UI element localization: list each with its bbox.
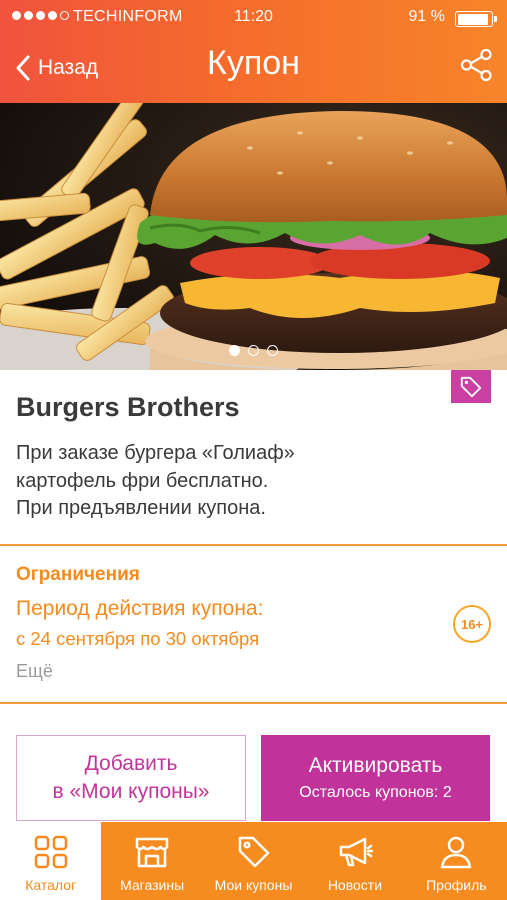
bottom-tab-bar: Каталог Магазины Мои купоны Новости Проф…: [0, 822, 507, 900]
grid-icon: [34, 835, 67, 869]
restrictions-title: Ограничения: [16, 564, 140, 585]
burger-photo: [0, 103, 507, 370]
battery-percent: 91 %: [408, 8, 445, 25]
more-link[interactable]: Ещё: [16, 661, 53, 682]
page-dot[interactable]: [248, 345, 259, 356]
divider: [0, 544, 507, 546]
coupon-image-gallery[interactable]: [0, 103, 507, 370]
tab-label: Мои купоны: [214, 877, 293, 893]
share-button[interactable]: [459, 48, 493, 82]
add-to-my-coupons-button[interactable]: Добавить в «Мои купоны»: [16, 735, 246, 821]
coupon-tag-badge: [451, 370, 491, 403]
megaphone-icon: [339, 837, 373, 867]
page-title: Купон: [207, 44, 300, 82]
top-header: TECHINFORM 11:20 91 % Назад Купон: [0, 0, 507, 103]
activate-button-label: Активировать: [308, 754, 443, 777]
tab-my-coupons[interactable]: Мои купоны: [203, 822, 304, 900]
tab-label: Каталог: [25, 877, 77, 893]
gallery-pagination[interactable]: [0, 345, 507, 356]
tab-news[interactable]: Новости: [304, 822, 405, 900]
description-line: При предъявлении купона.: [16, 497, 266, 519]
tab-profile[interactable]: Профиль: [406, 822, 507, 900]
activate-button[interactable]: Активировать Осталось купонов: 2: [261, 735, 490, 821]
tag-icon: [238, 836, 269, 868]
tab-stores[interactable]: Магазины: [101, 822, 202, 900]
validity-period-label: Период действия купона:: [16, 597, 264, 620]
store-icon: [135, 837, 169, 868]
share-icon: [460, 48, 492, 82]
remaining-coupons-count: Осталось купонов: 2: [299, 784, 452, 801]
divider: [0, 702, 507, 704]
person-icon: [441, 836, 472, 869]
tab-label: Профиль: [426, 877, 487, 893]
tab-label: Новости: [327, 877, 383, 893]
battery-icon: [455, 11, 497, 27]
add-button-label-line1: Добавить: [84, 752, 178, 775]
age-restriction-badge: 16+: [453, 605, 491, 643]
shop-name: Burgers Brothers: [16, 392, 240, 422]
tab-label: Магазины: [120, 877, 185, 893]
coupon-description: При заказе бургера «Голиаф» картофель фр…: [16, 440, 436, 523]
add-button-label-line2: в «Мои купоны»: [52, 780, 210, 803]
validity-period-value: с 24 сентября по 30 октября: [16, 628, 260, 649]
tab-catalog[interactable]: Каталог: [0, 822, 102, 900]
status-bar: TECHINFORM 11:20 91 %: [0, 0, 507, 34]
description-line: картофель фри бесплатно.: [16, 469, 269, 492]
tag-icon: [460, 376, 482, 397]
page-dot[interactable]: [267, 345, 278, 356]
description-line: При заказе бургера «Голиаф»: [16, 442, 295, 464]
page-dot[interactable]: [229, 345, 240, 356]
